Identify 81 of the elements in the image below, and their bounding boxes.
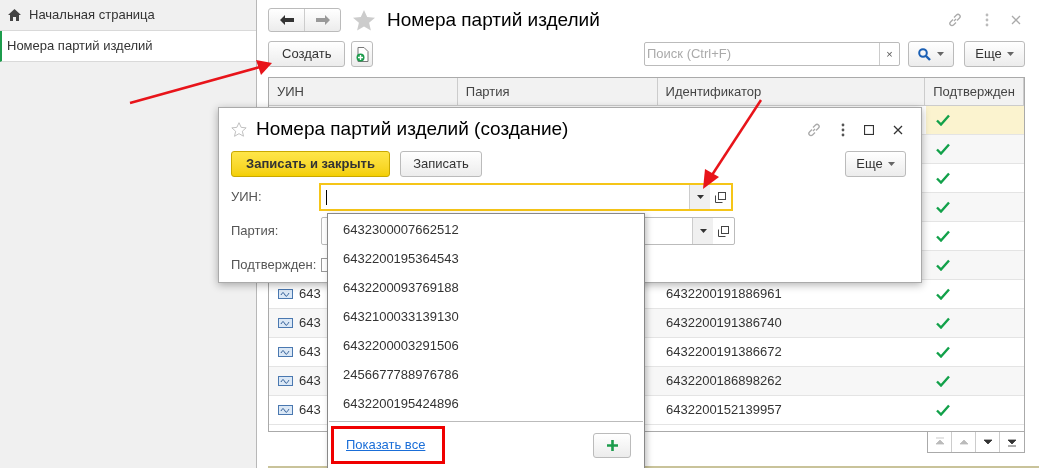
link-icon[interactable] — [947, 12, 963, 28]
field-label: Подтвержден: — [231, 256, 318, 275]
caret-icon — [699, 229, 707, 233]
up-icon — [934, 437, 945, 447]
dropdown-item[interactable]: 2456677788976786 — [328, 360, 644, 389]
table-cell-text: 643 — [299, 285, 321, 304]
arrow-right-icon — [315, 15, 330, 25]
table-cell-text: 643 — [299, 343, 321, 362]
caret-icon — [887, 161, 895, 166]
check-icon — [936, 346, 950, 358]
dropdown-item[interactable]: 6432200195364543 — [328, 244, 644, 273]
down-icon — [982, 437, 993, 447]
column-header[interactable]: Идентификатор — [657, 78, 926, 105]
star-icon[interactable] — [353, 9, 375, 31]
search-button[interactable] — [908, 41, 954, 67]
table-cell-text: 643 — [299, 372, 321, 391]
dialog-title: Номера партий изделий (создание) — [256, 117, 569, 142]
create-button[interactable]: Создать — [268, 41, 346, 67]
sidebar-item[interactable]: Номера партий изделий — [0, 31, 256, 62]
search-icon — [918, 47, 931, 61]
wave-icon — [278, 318, 293, 328]
add-document-button[interactable] — [351, 41, 374, 67]
check-icon — [936, 375, 950, 387]
check-icon — [936, 114, 950, 126]
table-cell-text: 6432200152139957 — [666, 401, 782, 420]
down-icon — [1007, 437, 1017, 447]
save-button[interactable]: Записать — [400, 150, 482, 177]
table-cell-text: 6432200186898262 — [666, 372, 782, 391]
column-header[interactable]: Подтвержден — [925, 78, 1024, 105]
wave-icon — [278, 347, 293, 357]
close-icon[interactable] — [893, 124, 903, 135]
dropdown-item[interactable]: 6432200093769188 — [328, 273, 644, 302]
save-close-button[interactable]: Записать и закрыть — [231, 150, 390, 177]
wave-icon — [278, 289, 293, 299]
add-document-icon — [355, 46, 369, 62]
up-icon — [958, 437, 969, 447]
field-label: УИН: — [231, 188, 263, 207]
more-button[interactable]: Еще — [845, 150, 906, 177]
link-icon[interactable] — [806, 121, 822, 138]
dropdown-item[interactable]: 6432100033139130 — [328, 302, 644, 331]
check-icon — [936, 201, 950, 213]
check-icon — [936, 259, 950, 271]
wave-icon — [278, 405, 293, 415]
table-cell-text: 6432200191886961 — [666, 285, 782, 304]
table-cell-text: 6432200191386740 — [666, 314, 782, 333]
table-cell[interactable] — [926, 106, 1024, 134]
check-icon — [936, 404, 950, 416]
column-header[interactable]: УИН — [269, 78, 458, 105]
open-icon[interactable] — [718, 225, 729, 237]
arrow-left-icon — [279, 15, 294, 25]
checkbox[interactable] — [321, 258, 327, 272]
wave-icon — [278, 376, 293, 386]
field-label: Партия: — [231, 222, 280, 241]
table-cell-text: 643 — [299, 314, 321, 333]
add-button[interactable] — [593, 432, 631, 458]
caret-icon — [1006, 52, 1014, 56]
clear-button[interactable]: × — [879, 43, 899, 65]
show-all-link[interactable]: Показать все — [346, 435, 426, 455]
star-icon[interactable] — [231, 122, 247, 137]
check-icon — [936, 317, 950, 329]
column-header[interactable]: Партия — [457, 78, 658, 105]
caret-icon — [937, 52, 944, 56]
table-cell-text: 6432200191386672 — [666, 343, 782, 362]
dropdown-item[interactable]: 6432300007662512 — [328, 215, 644, 244]
caret-icon — [696, 195, 704, 199]
check-icon — [936, 288, 950, 300]
more-icon[interactable] — [841, 122, 845, 137]
plus-icon — [606, 439, 618, 451]
dropdown-item[interactable]: 6432200003291506 — [328, 331, 644, 360]
maximize-icon[interactable] — [864, 124, 874, 135]
home-icon — [8, 9, 21, 21]
select-field[interactable] — [319, 183, 733, 211]
open-icon[interactable] — [715, 191, 726, 203]
page-title: Номера партий изделий — [387, 7, 600, 32]
dropdown-item[interactable]: 6432200195424896 — [328, 389, 644, 418]
table-cell-text: 643 — [299, 401, 321, 420]
search-field[interactable]: Поиск (Ctrl+F) × — [644, 42, 900, 66]
check-icon — [936, 172, 950, 184]
more-button[interactable]: Еще — [964, 41, 1025, 67]
check-icon — [936, 230, 950, 242]
check-icon — [936, 143, 950, 155]
